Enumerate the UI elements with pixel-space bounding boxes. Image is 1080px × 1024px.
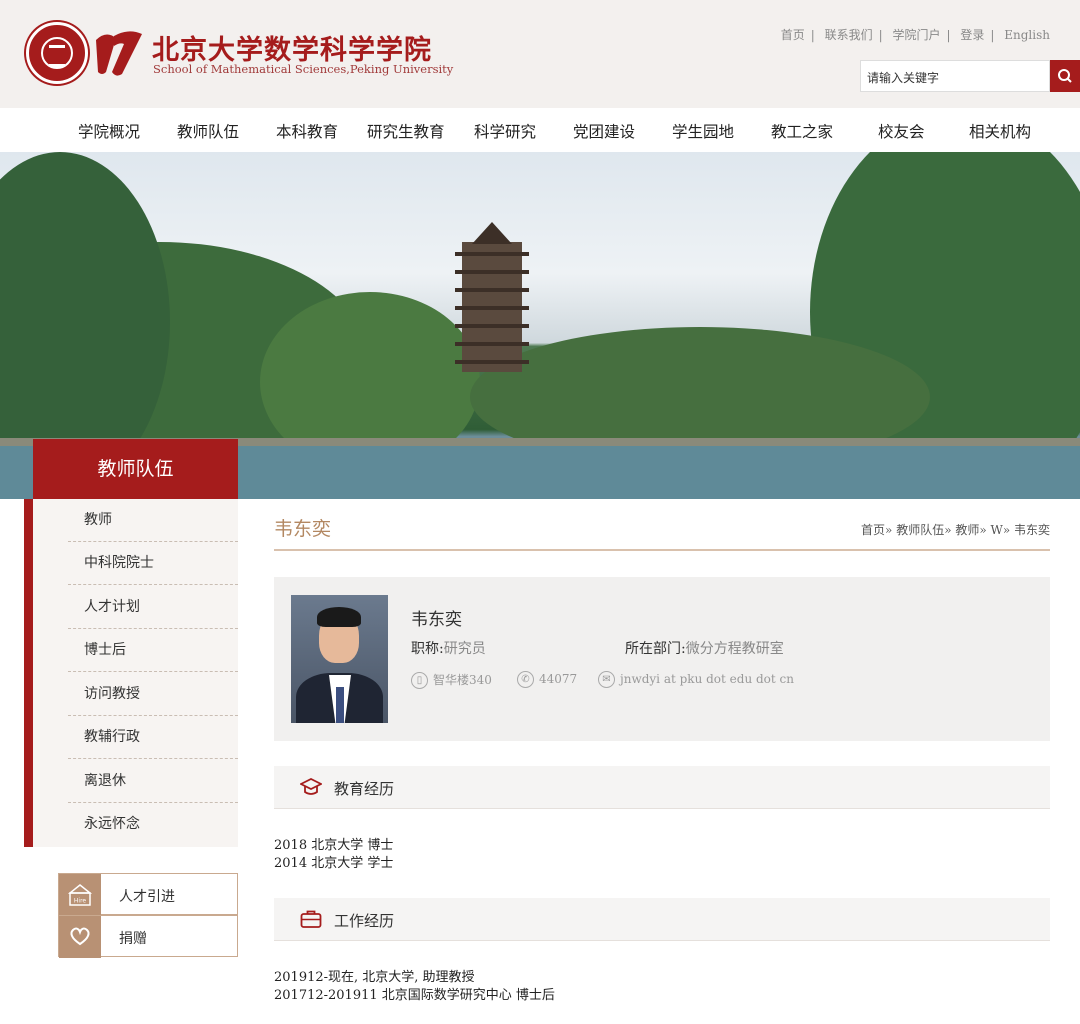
sidebar-item-talent-programs[interactable]: 人才计划 (68, 586, 238, 629)
nav-item-undergraduate[interactable]: 本科教育 (276, 120, 338, 142)
search-icon (1058, 69, 1072, 83)
sidebar-title: 教师队伍 (33, 439, 238, 499)
education-item: 2018 北京大学 博士 (274, 838, 394, 853)
school-emblem-logo (96, 31, 142, 76)
work-heading: 工作经历 (334, 912, 395, 930)
profile-title: 职称:研究员 (411, 638, 486, 658)
profile-email-value: jnwdyi at pku dot edu dot cn (620, 672, 794, 686)
graduation-cap-icon (300, 777, 322, 795)
nav-item-research[interactable]: 科学研究 (474, 120, 536, 142)
site-title-en: School of Mathematical Sciences,Peking U… (153, 62, 454, 76)
quick-link-hire-label: 人才引进 (119, 889, 175, 905)
quick-link-donate-label: 捐赠 (119, 931, 147, 947)
sidebar-menu: 教师 中科院院士 人才计划 博士后 访问教授 教辅行政 离退休 永远怀念 (33, 499, 238, 847)
sidebar-item-teachers[interactable]: 教师 (68, 499, 238, 542)
briefcase-icon (300, 910, 322, 928)
nav-item-staff[interactable]: 教工之家 (771, 120, 833, 142)
profile-photo (291, 595, 388, 723)
profile-department: 所在部门:微分方程教研室 (625, 638, 784, 658)
search-button[interactable] (1050, 60, 1080, 92)
profile-email: ✉ jnwdyi at pku dot edu dot cn (598, 671, 794, 688)
top-links: 首页 | 联系我们 | 学院门户 | 登录 | English (780, 28, 1050, 42)
nav-item-institutions[interactable]: 相关机构 (969, 120, 1031, 142)
education-list: 2018 北京大学 博士 2014 北京大学 学士 (274, 837, 393, 873)
profile-department-value: 微分方程教研室 (685, 641, 784, 657)
profile-name: 韦东奕 (411, 610, 462, 630)
main-nav: 学院概况 教师队伍 本科教育 研究生教育 科学研究 党团建设 学生园地 教工之家… (0, 108, 1080, 152)
svg-text:Hire: Hire (74, 898, 87, 905)
education-section-header: 教育经历 (274, 766, 1050, 809)
sidebar-item-retired[interactable]: 离退休 (68, 760, 238, 803)
search-bar: 请输入关键字 (860, 60, 1080, 92)
education-heading: 教育经历 (334, 780, 395, 798)
top-link-english[interactable]: English (1004, 28, 1050, 42)
sidebar-item-postdocs[interactable]: 博士后 (68, 629, 238, 672)
nav-item-alumni[interactable]: 校友会 (878, 120, 925, 142)
page-title: 韦东奕 (274, 518, 332, 540)
university-seal-logo[interactable] (26, 22, 88, 84)
title-divider (274, 549, 1050, 551)
site-header: 北京大学数学科学学院 School of Mathematical Scienc… (0, 0, 1080, 108)
top-link-login[interactable]: 登录 (960, 28, 984, 42)
profile-title-value: 研究员 (443, 641, 486, 657)
sidebar-item-memorial[interactable]: 永远怀念 (68, 803, 238, 846)
top-link-portal[interactable]: 学院门户 (892, 28, 940, 42)
nav-item-graduate[interactable]: 研究生教育 (367, 120, 445, 142)
profile-phone: ✆ 44077 (517, 671, 577, 688)
profile-office: ▯ 智华楼340 (411, 671, 492, 689)
quick-link-hire[interactable]: Hire 人才引进 (58, 873, 238, 916)
nav-item-faculty[interactable]: 教师队伍 (177, 120, 239, 142)
mail-icon: ✉ (598, 671, 615, 688)
building-icon: ▯ (411, 672, 428, 689)
sidebar-accent-bar (24, 499, 33, 847)
quick-link-donate[interactable]: 捐赠 (58, 915, 238, 958)
profile-department-label: 所在部门: (625, 641, 686, 657)
top-link-contact[interactable]: 联系我们 (825, 28, 873, 42)
breadcrumb[interactable]: 首页» 教师队伍» 教师» W» 韦东奕 (861, 521, 1050, 538)
profile-phone-value: 44077 (539, 672, 578, 686)
top-link-home[interactable]: 首页 (781, 28, 805, 42)
phone-icon: ✆ (517, 671, 534, 688)
profile-card: 韦东奕 职称:研究员 所在部门:微分方程教研室 ▯ 智华楼340 ✆ 44077 ✉… (274, 577, 1050, 741)
profile-office-value: 智华楼340 (433, 673, 492, 687)
hire-icon: Hire (59, 874, 101, 916)
sidebar-item-admin-staff[interactable]: 教辅行政 (68, 716, 238, 759)
education-item: 2014 北京大学 学士 (274, 856, 394, 871)
work-item: 201712-201911 北京国际数学研究中心 博士后 (274, 988, 555, 1003)
search-input[interactable]: 请输入关键字 (860, 60, 1050, 92)
profile-title-label: 职称: (411, 641, 444, 657)
nav-item-students[interactable]: 学生园地 (672, 120, 734, 142)
heart-icon (59, 916, 101, 958)
nav-item-about[interactable]: 学院概况 (78, 120, 140, 142)
sidebar-item-academicians[interactable]: 中科院院士 (68, 542, 238, 585)
nav-item-party[interactable]: 党团建设 (573, 120, 635, 142)
sidebar-item-visiting-professors[interactable]: 访问教授 (68, 673, 238, 716)
work-item: 201912-现在, 北京大学, 助理教授 (274, 970, 475, 985)
work-list: 201912-现在, 北京大学, 助理教授 201712-201911 北京国际… (274, 969, 555, 1005)
work-section-header: 工作经历 (274, 898, 1050, 941)
